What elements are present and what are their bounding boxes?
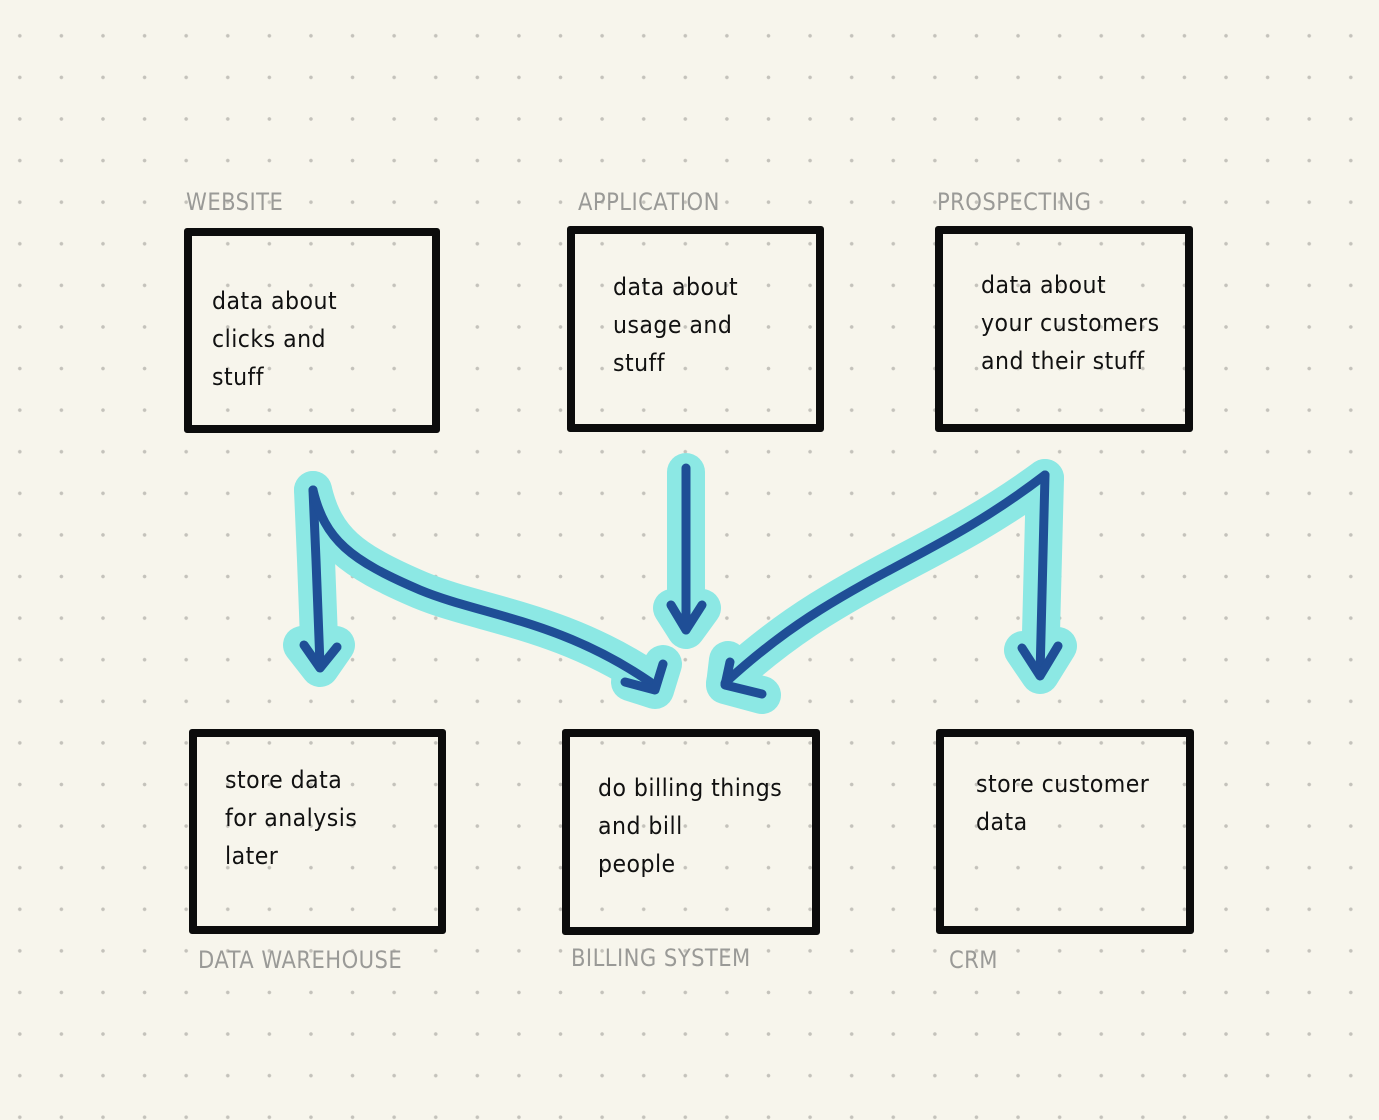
diagram-canvas: WEBSITE APPLICATION PROSPECTING data abo… bbox=[0, 0, 1379, 1120]
node-billing-system-description: do billing things and bill people bbox=[598, 774, 783, 878]
label-data-warehouse: DATA WAREHOUSE bbox=[198, 946, 403, 974]
node-data-warehouse: store data for analysis later bbox=[189, 729, 446, 934]
node-application: data about usage and stuff bbox=[567, 226, 824, 432]
node-data-warehouse-description: store data for analysis later bbox=[225, 766, 358, 870]
node-prospecting: data about your customers and their stuf… bbox=[935, 226, 1193, 432]
label-prospecting: PROSPECTING bbox=[937, 188, 1092, 216]
node-crm: store customer data bbox=[936, 729, 1194, 934]
label-billing-system: BILLING SYSTEM bbox=[571, 944, 751, 972]
node-billing-system: do billing things and bill people bbox=[562, 729, 820, 935]
node-crm-description: store customer data bbox=[976, 770, 1150, 836]
edge-prospecting-crm bbox=[1035, 470, 1050, 680]
edge-website-billing bbox=[308, 485, 655, 687]
node-website-description: data about clicks and stuff bbox=[212, 287, 338, 391]
label-crm: CRM bbox=[949, 946, 998, 974]
node-website: data about clicks and stuff bbox=[184, 228, 440, 433]
label-website: WEBSITE bbox=[186, 188, 284, 216]
label-application: APPLICATION bbox=[578, 188, 720, 216]
node-prospecting-description: data about your customers and their stuf… bbox=[981, 271, 1160, 375]
node-application-description: data about usage and stuff bbox=[613, 273, 739, 377]
